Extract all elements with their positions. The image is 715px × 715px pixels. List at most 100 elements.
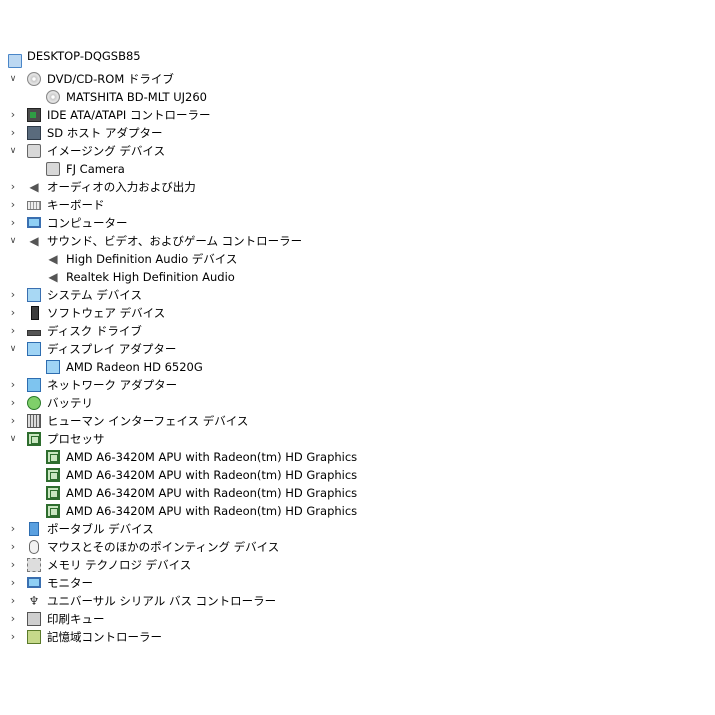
disc-drive-icon [27, 72, 41, 86]
storage-controller-icon [27, 630, 41, 644]
keyboard-icon [27, 201, 41, 210]
speaker-icon: ◀ [48, 252, 58, 266]
tree-category-item[interactable]: › コンピューター [0, 214, 715, 232]
tree-item-label: DVD/CD-ROM ドライブ [47, 72, 174, 86]
printer-icon [27, 612, 41, 626]
chevron-down-icon[interactable]: ∨ [8, 142, 18, 160]
chevron-right-icon[interactable]: › [8, 106, 18, 124]
tree-category-item[interactable]: ∨ ◀ サウンド、ビデオ、およびゲーム コントローラー [0, 232, 715, 250]
monitor-icon [27, 577, 41, 588]
chevron-right-icon[interactable]: › [8, 556, 18, 574]
tree-item-label: 印刷キュー [47, 612, 105, 626]
tree-category-item[interactable]: ∨ ディスプレイ アダプター [0, 340, 715, 358]
tree-item-label: メモリ テクノロジ デバイス [47, 558, 192, 572]
tree-item-label: プロセッサ [47, 432, 105, 446]
tree-category-item[interactable]: › モニター [0, 574, 715, 592]
display-adapter-icon [27, 342, 41, 356]
tree-category-item[interactable]: › 印刷キュー [0, 610, 715, 628]
tree-category-item[interactable]: › ポータブル デバイス [0, 520, 715, 538]
tree-category-item[interactable]: › ヒューマン インターフェイス デバイス [0, 412, 715, 430]
chevron-right-icon[interactable]: › [8, 214, 18, 232]
tree-item-label: マウスとそのほかのポインティング デバイス [47, 540, 280, 554]
tree-category-item[interactable]: › メモリ テクノロジ デバイス [0, 556, 715, 574]
tree-item-label: AMD A6-3420M APU with Radeon(tm) HD Grap… [66, 468, 358, 482]
processor-icon [27, 432, 41, 446]
sd-host-icon [27, 126, 41, 140]
chevron-right-icon[interactable]: › [8, 376, 18, 394]
chevron-right-icon[interactable]: › [8, 304, 18, 322]
chevron-right-icon[interactable]: › [8, 196, 18, 214]
chevron-right-icon[interactable]: › [8, 178, 18, 196]
tree-item-label: FJ Camera [66, 162, 125, 176]
tree-category-item[interactable]: › ネットワーク アダプター [0, 376, 715, 394]
processor-icon [46, 468, 60, 482]
device-tree: DESKTOP-DQGSB85 ∨ DVD/CD-ROM ドライブ MATSHITA … [0, 49, 715, 646]
tree-category-item[interactable]: › IDE ATA/ATAPI コントローラー [0, 106, 715, 124]
chevron-down-icon[interactable]: ∨ [8, 430, 18, 448]
chevron-right-icon[interactable]: › [8, 538, 18, 556]
tree-category-item[interactable]: › ◀ オーディオの入力および出力 [0, 178, 715, 196]
display-adapter-icon [46, 360, 60, 374]
tree-device-item[interactable]: AMD Radeon HD 6520G [0, 358, 715, 376]
tree-category-item[interactable]: › キーボード [0, 196, 715, 214]
ide-controller-icon [27, 108, 41, 122]
tree-root-item[interactable]: DESKTOP-DQGSB85 [0, 49, 715, 70]
battery-icon [27, 396, 41, 410]
tree-device-item[interactable]: AMD A6-3420M APU with Radeon(tm) HD Grap… [0, 502, 715, 520]
tree-category-item[interactable]: › ディスク ドライブ [0, 322, 715, 340]
chevron-right-icon[interactable]: › [8, 592, 18, 610]
chevron-right-icon[interactable]: › [8, 286, 18, 304]
tree-category-item[interactable]: › ♆ ユニバーサル シリアル バス コントローラー [0, 592, 715, 610]
tree-item-label: DESKTOP-DQGSB85 [27, 49, 141, 63]
memory-device-icon [27, 558, 41, 572]
tree-item-label: オーディオの入力および出力 [47, 180, 196, 194]
chevron-right-icon[interactable]: › [8, 124, 18, 142]
tree-category-item[interactable]: › システム デバイス [0, 286, 715, 304]
tree-item-label: SD ホスト アダプター [47, 126, 163, 140]
speaker-icon: ◀ [48, 270, 58, 284]
tree-category-item[interactable]: ∨ イメージング デバイス [0, 142, 715, 160]
tree-device-item[interactable]: AMD A6-3420M APU with Radeon(tm) HD Grap… [0, 466, 715, 484]
chevron-down-icon[interactable]: ∨ [8, 70, 18, 88]
tree-device-item[interactable]: AMD A6-3420M APU with Radeon(tm) HD Grap… [0, 448, 715, 466]
speaker-icon: ◀ [29, 234, 39, 248]
tree-item-label: コンピューター [47, 216, 128, 230]
chevron-down-icon[interactable]: ∨ [8, 232, 18, 250]
system-device-icon [27, 288, 41, 302]
chevron-right-icon[interactable]: › [8, 520, 18, 538]
tree-device-item[interactable]: ◀ High Definition Audio デバイス [0, 250, 715, 268]
tree-item-label: ディスク ドライブ [47, 324, 142, 338]
chevron-down-icon[interactable]: ∨ [8, 340, 18, 358]
chevron-right-icon[interactable]: › [8, 610, 18, 628]
tree-item-label: ディスプレイ アダプター [47, 342, 177, 356]
tree-category-item[interactable]: › マウスとそのほかのポインティング デバイス [0, 538, 715, 556]
chevron-right-icon[interactable]: › [8, 412, 18, 430]
usb-icon: ♆ [28, 594, 40, 608]
tree-item-label: ネットワーク アダプター [47, 378, 178, 392]
tree-category-item[interactable]: › ソフトウェア デバイス [0, 304, 715, 322]
tree-item-label: バッテリ [47, 396, 93, 410]
tree-item-label: IDE ATA/ATAPI コントローラー [47, 108, 211, 122]
tree-category-item[interactable]: › バッテリ [0, 394, 715, 412]
tree-category-item[interactable]: ∨ DVD/CD-ROM ドライブ [0, 70, 715, 88]
chevron-right-icon[interactable]: › [8, 322, 18, 340]
chevron-right-icon[interactable]: › [8, 628, 18, 646]
tree-item-label: ユニバーサル シリアル バス コントローラー [47, 594, 277, 608]
tree-item-label: AMD Radeon HD 6520G [66, 360, 203, 374]
tree-category-item[interactable]: › SD ホスト アダプター [0, 124, 715, 142]
chevron-right-icon[interactable]: › [8, 394, 18, 412]
tree-category-item[interactable]: ∨ プロセッサ [0, 430, 715, 448]
tree-item-label: イメージング デバイス [47, 144, 166, 158]
tree-device-item[interactable]: MATSHITA BD-MLT UJ260 [0, 88, 715, 106]
tree-device-item[interactable]: ◀ Realtek High Definition Audio [0, 268, 715, 286]
tree-device-item[interactable]: FJ Camera [0, 160, 715, 178]
portable-device-icon [29, 522, 39, 536]
chevron-right-icon[interactable]: › [8, 574, 18, 592]
tree-device-item[interactable]: AMD A6-3420M APU with Radeon(tm) HD Grap… [0, 484, 715, 502]
tree-item-label: ソフトウェア デバイス [47, 306, 166, 320]
hid-icon [27, 414, 41, 428]
tree-item-label: MATSHITA BD-MLT UJ260 [66, 90, 207, 104]
tree-item-label: ヒューマン インターフェイス デバイス [47, 414, 249, 428]
tree-category-item[interactable]: › 記憶域コントローラー [0, 628, 715, 646]
tree-item-label: High Definition Audio デバイス [66, 252, 238, 266]
